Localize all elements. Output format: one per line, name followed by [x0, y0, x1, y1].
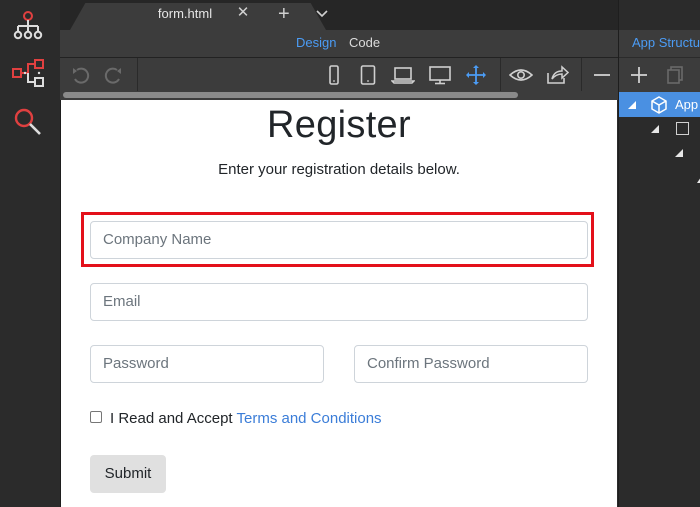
- search-icon[interactable]: [8, 102, 48, 142]
- editor-toolbar: [60, 58, 618, 92]
- view-toggle-bar: Design Code: [60, 30, 618, 58]
- close-icon[interactable]: ✕: [235, 5, 251, 21]
- app-structure-icon[interactable]: [8, 6, 48, 46]
- terms-prefix: I Read and Accept: [110, 410, 237, 427]
- page-subtitle: Enter your registration details below.: [218, 161, 460, 178]
- desktop-view-icon[interactable]: [427, 63, 453, 87]
- add-tab-button[interactable]: +: [278, 4, 290, 24]
- move-icon[interactable]: [463, 63, 489, 87]
- phone-view-icon[interactable]: [321, 63, 347, 87]
- tree-item-app[interactable]: App: [619, 92, 700, 117]
- document-tab-bar: form.html ✕ +: [60, 0, 618, 30]
- cube-icon: [651, 96, 667, 114]
- tablet-view-icon[interactable]: [355, 63, 381, 87]
- events-flow-icon[interactable]: [8, 53, 48, 93]
- eye-icon[interactable]: [508, 63, 534, 87]
- add-icon[interactable]: [629, 65, 649, 90]
- share-icon[interactable]: [544, 63, 570, 87]
- email-input[interactable]: Email: [90, 283, 588, 321]
- copy-icon[interactable]: [665, 65, 685, 90]
- scrollbar-thumb[interactable]: [63, 92, 518, 98]
- panel-toolbar: [619, 58, 700, 92]
- design-view-button[interactable]: Design: [296, 35, 336, 50]
- expand-triangle-icon[interactable]: [696, 176, 700, 184]
- tree-item-checkbox-icon[interactable]: [676, 122, 689, 135]
- expand-triangle-icon[interactable]: [674, 148, 684, 158]
- page-title: Register: [267, 104, 411, 146]
- password-input[interactable]: Password: [90, 345, 324, 383]
- panel-header: App Structure: [619, 30, 700, 57]
- design-canvas: Register Enter your registration details…: [61, 100, 617, 507]
- app-structure-panel: App Structure App: [618, 0, 700, 507]
- minimize-icon[interactable]: [589, 63, 615, 87]
- code-view-button[interactable]: Code: [349, 35, 380, 50]
- terms-link[interactable]: Terms and Conditions: [236, 410, 381, 427]
- undo-icon[interactable]: [68, 63, 94, 87]
- terms-checkbox[interactable]: [90, 411, 102, 423]
- expand-triangle-icon[interactable]: [650, 124, 660, 134]
- left-tool-rail: [0, 0, 61, 507]
- horizontal-scrollbar[interactable]: [60, 91, 618, 100]
- panel-title: App Structure: [632, 35, 700, 50]
- chevron-down-icon[interactable]: [316, 7, 328, 21]
- tree-item-label: App: [675, 97, 699, 112]
- terms-label: I Read and Accept Terms and Conditions: [110, 410, 382, 427]
- submit-button[interactable]: Submit: [90, 455, 166, 493]
- confirm-password-input[interactable]: Confirm Password: [354, 345, 588, 383]
- expand-triangle-icon[interactable]: [627, 100, 637, 110]
- laptop-view-icon[interactable]: [390, 63, 416, 87]
- tab-title: form.html: [157, 6, 213, 21]
- redo-icon[interactable]: [100, 63, 126, 87]
- company-name-input[interactable]: Company Name: [90, 221, 588, 259]
